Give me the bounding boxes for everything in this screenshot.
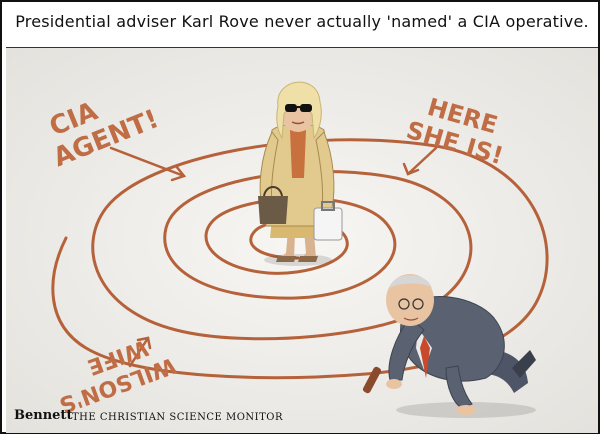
purse (258, 196, 288, 224)
publication-credit: THE CHRISTIAN SCIENCE MONITOR (72, 412, 284, 423)
caption: Presidential adviser Karl Rove never act… (15, 12, 589, 31)
briefcase (313, 207, 343, 241)
artist-signature: Bennett (14, 408, 73, 423)
cartoon-panel: CIA AGENT! HERE SHE IS! WILSON'S WIFE (6, 47, 598, 433)
sunglasses (285, 104, 297, 112)
cartoon-illustration: CIA AGENT! HERE SHE IS! WILSON'S WIFE (6, 48, 598, 433)
cartoon-frame: Presidential adviser Karl Rove never act… (0, 0, 600, 434)
